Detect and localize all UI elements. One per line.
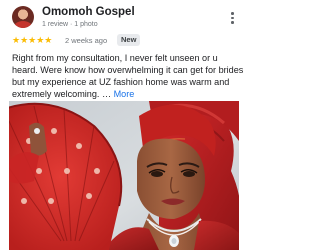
new-badge: New	[117, 34, 141, 46]
review-card: Omomoh Gospel 1 review · 1 photo ★★★★★ 2…	[0, 0, 250, 250]
reviewer-meta: 1 review · 1 photo	[42, 21, 98, 28]
rating-row: ★★★★★ 2 weeks ago New	[12, 34, 242, 48]
review-photo[interactable]	[9, 101, 239, 250]
review-text-block: Right from my consultation, I never felt…	[12, 52, 244, 100]
reviewer-name[interactable]: Omomoh Gospel	[42, 6, 135, 18]
more-vert-icon[interactable]	[230, 12, 234, 24]
reviewer-avatar[interactable]	[12, 6, 34, 28]
more-link[interactable]: More	[114, 89, 135, 99]
review-age: 2 weeks ago	[65, 36, 108, 45]
star-rating: ★★★★★	[12, 35, 53, 45]
